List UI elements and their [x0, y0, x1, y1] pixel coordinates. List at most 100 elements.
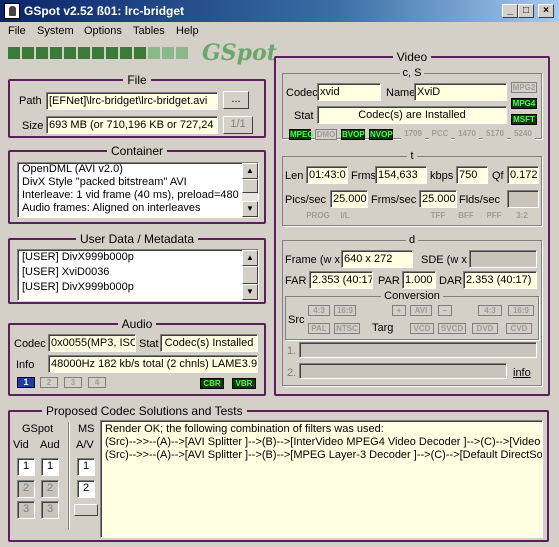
divider	[68, 422, 70, 530]
menu-help[interactable]: Help	[176, 25, 199, 37]
audio-stat-field[interactable]: Codec(s) Installed	[160, 334, 258, 352]
targ-cvd-button[interactable]: CVD	[506, 323, 532, 334]
far-field[interactable]: 2.353 (40:17	[309, 271, 373, 289]
ms-av-1-button[interactable]: 1	[77, 458, 95, 476]
dar-label: DAR	[439, 275, 463, 287]
gspot-vid-1-button[interactable]: 1	[17, 458, 35, 476]
interlaced-indicator: I/L	[335, 211, 355, 222]
targ-vcd-button[interactable]: VCD	[410, 323, 434, 334]
conversion-row-1-field[interactable]	[299, 342, 537, 358]
size-field[interactable]: 693 MB (or 710,196 KB or 727,24	[46, 116, 218, 134]
kbps-field[interactable]: 750	[456, 166, 488, 184]
scroll-thumb[interactable]	[242, 179, 258, 193]
scroll-thumb[interactable]	[242, 266, 258, 284]
list-item: [USER] DivX999b000p	[22, 251, 134, 263]
browse-button[interactable]: ...	[223, 91, 249, 109]
app-icon[interactable]	[4, 3, 20, 19]
close-button[interactable]: ×	[538, 4, 554, 18]
menu-tables[interactable]: Tables	[133, 25, 165, 37]
len-label: Len	[285, 170, 304, 182]
nvop-indicator: NVOP	[369, 129, 393, 140]
dar-field[interactable]: 2.353 (40:17)	[463, 271, 537, 289]
audio-stream-4-button[interactable]: 4	[88, 377, 106, 388]
dimensions-section: d Frame (w x 640 x 272 SDE (w x FAR 2.35…	[282, 234, 542, 386]
video-name-field[interactable]: XviD	[414, 83, 507, 101]
progress-segment	[162, 47, 174, 59]
userdata-panel: User Data / Metadata [USER] DivX999b000p…	[8, 232, 266, 304]
video-codec-label: Codec	[286, 87, 318, 99]
frame-field[interactable]: 640 x 272	[341, 250, 413, 268]
src-pal-button[interactable]: PAL	[308, 323, 330, 334]
userdata-scrollbar[interactable]: ▲ ▼	[242, 250, 258, 300]
menu-options[interactable]: Options	[84, 25, 122, 37]
frms-field[interactable]: 154,633	[375, 166, 427, 184]
render-log[interactable]: Render OK; the following combination of …	[100, 420, 543, 538]
ms-av-2-button[interactable]: 2	[77, 480, 95, 498]
menu-file[interactable]: File	[8, 25, 26, 37]
codec-section: c, S Codec xvid Name XviD MPG2 MPG4 MSFT…	[282, 67, 542, 140]
page-indicator-button[interactable]: 1/1	[223, 116, 253, 134]
maximize-button[interactable]: □	[518, 4, 534, 18]
audio-stream-3-button[interactable]: 3	[64, 377, 82, 388]
5240-indicator: 5240	[511, 129, 535, 140]
targ-16-9-button[interactable]: 16:9	[508, 305, 534, 316]
src-ntsc-button[interactable]: NTSC	[334, 323, 360, 334]
container-list[interactable]: OpenDML (AVI v2.0) DivX Style "packed bi…	[17, 162, 259, 218]
src-16-9-button[interactable]: 16:9	[334, 305, 356, 316]
gspot-vid-3-button[interactable]: 3	[17, 501, 35, 519]
userdata-list[interactable]: [USER] DivX999b000p [USER] XviD0036 [USE…	[17, 249, 259, 301]
audio-stream-2-button[interactable]: 2	[40, 377, 58, 388]
sde-field[interactable]	[469, 250, 537, 268]
info-link[interactable]: info	[513, 366, 531, 380]
progress-segment	[22, 47, 34, 59]
scroll-up-icon[interactable]: ▲	[242, 250, 258, 266]
gspot-vid-2-button[interactable]: 2	[17, 480, 35, 498]
fms-field[interactable]: 25.000	[419, 190, 457, 208]
row-2-label: 2.	[287, 367, 297, 379]
container-scrollbar[interactable]: ▲ ▼	[242, 163, 258, 217]
path-field[interactable]: [EFNet]\lrc-bridget\lrc-bridget.avi	[46, 92, 218, 110]
audio-stream-1-button[interactable]: 1	[17, 377, 35, 388]
targ-svcd-button[interactable]: SVCD	[438, 323, 466, 334]
conv-minus-button[interactable]: –	[438, 305, 452, 316]
scroll-up-icon[interactable]: ▲	[242, 163, 258, 179]
row-1-label: 1.	[287, 345, 297, 357]
qf-field[interactable]: 0.172	[507, 166, 539, 184]
list-item: [USER] XviD0036	[22, 266, 110, 278]
conv-plus-button[interactable]: +	[392, 305, 406, 316]
conv-avi-button[interactable]: AVI	[410, 305, 432, 316]
ms-av-test-button[interactable]	[74, 504, 98, 516]
gspot-aud-3-button[interactable]: 3	[41, 501, 59, 519]
title-bar[interactable]: GSpot v2.52 ß01: lrc-bridget _ □ ×	[0, 0, 559, 22]
pics-field[interactable]: 25.000	[330, 190, 368, 208]
progress-segment	[120, 47, 132, 59]
flds-field[interactable]	[507, 190, 539, 208]
len-field[interactable]: 01:43:0	[306, 166, 348, 184]
targ-4-3-button[interactable]: 4:3	[478, 305, 502, 316]
menu-system[interactable]: System	[37, 25, 74, 37]
bvop-indicator: BVOP	[341, 129, 365, 140]
audio-info-field[interactable]: 48000Hz 182 kb/s total (2 chnls) LAME3.9	[48, 355, 258, 373]
audio-codec-field[interactable]: 0x0055(MP3, ISO	[48, 334, 136, 352]
src-4-3-button[interactable]: 4:3	[308, 305, 330, 316]
dimensions-section-title: d	[405, 234, 419, 246]
flds-label: Flds/sec	[459, 194, 500, 206]
tff-indicator: TFF	[427, 211, 449, 222]
minimize-button[interactable]: _	[502, 4, 518, 18]
gspot-aud-2-button[interactable]: 2	[41, 480, 59, 498]
scroll-down-icon[interactable]: ▼	[242, 284, 258, 300]
par-field[interactable]: 1.000	[402, 271, 436, 289]
scroll-down-icon[interactable]: ▼	[242, 201, 258, 217]
mpeg-indicator: MPEG	[289, 129, 314, 140]
par-label: PAR	[378, 275, 400, 287]
cbr-indicator: CBR	[200, 378, 224, 389]
fms-label: Frms/sec	[371, 194, 417, 206]
conversion-row-2-field[interactable]	[299, 363, 507, 379]
video-stat-field[interactable]: Codec(s) are Installed	[317, 106, 507, 124]
targ-dvd-button[interactable]: DVD	[472, 323, 498, 334]
proposed-panel-title: Proposed Codec Solutions and Tests	[42, 404, 247, 418]
gspot-logo: GSpot	[202, 40, 277, 66]
1470-indicator: 1470	[455, 129, 479, 140]
video-codec-field[interactable]: xvid	[317, 83, 381, 101]
gspot-aud-1-button[interactable]: 1	[41, 458, 59, 476]
